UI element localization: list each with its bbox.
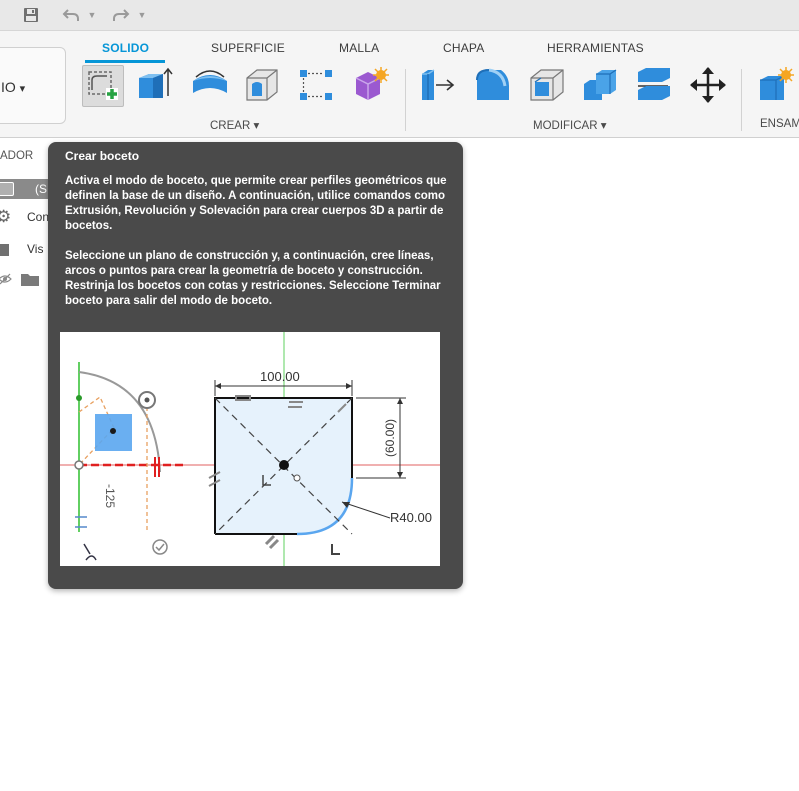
tooltip-illustration: -125 100.00 (60.00) R40.00 bbox=[60, 332, 440, 566]
group-separator bbox=[405, 69, 406, 131]
new-component-button[interactable] bbox=[756, 65, 796, 105]
fillet-icon bbox=[476, 68, 509, 100]
form-icon bbox=[355, 67, 389, 100]
sketch-illustration: -125 100.00 (60.00) R40.00 bbox=[60, 332, 440, 566]
tooltip-instructions: Seleccione un plano de construcción y, a… bbox=[65, 250, 441, 307]
move-icon bbox=[690, 67, 726, 103]
browser-panel: ADOR (S ⚙ Con Vis bbox=[0, 138, 50, 298]
workspace-switcher[interactable]: IO ▾ bbox=[0, 47, 66, 124]
tab-herramientas[interactable]: HERRAMIENTAS bbox=[547, 41, 644, 55]
shell-modify-icon bbox=[530, 69, 564, 101]
tab-malla[interactable]: MALLA bbox=[339, 41, 379, 55]
tooltip-title: Crear boceto bbox=[65, 149, 140, 163]
radius-dimension-label: R40.00 bbox=[390, 510, 432, 525]
redo-dropdown-chevron-down-icon[interactable]: ▼ bbox=[136, 4, 148, 26]
revolve-button[interactable] bbox=[190, 65, 230, 105]
folder-icon bbox=[21, 274, 39, 286]
tab-solido[interactable]: SOLIDO bbox=[102, 41, 149, 55]
crear-group-dropdown[interactable]: CREAR ▾ bbox=[210, 118, 259, 132]
group-separator bbox=[741, 69, 742, 131]
fillet-button[interactable] bbox=[473, 65, 513, 105]
undo-icon[interactable] bbox=[58, 4, 84, 26]
combine-icon bbox=[584, 69, 617, 100]
height-dimension-label: (60.00) bbox=[383, 419, 397, 457]
create-sketch-button[interactable] bbox=[82, 65, 124, 107]
gear-icon: ⚙ bbox=[0, 207, 12, 226]
tab-superficie[interactable]: SUPERFICIE bbox=[211, 41, 285, 55]
document-icon bbox=[0, 182, 14, 196]
browser-row-selected[interactable]: (S bbox=[0, 179, 48, 199]
shell-icon bbox=[246, 69, 278, 101]
left-dimension-label: -125 bbox=[103, 484, 117, 508]
combine-button[interactable] bbox=[580, 65, 620, 105]
tooltip-create-sketch: Crear boceto Activa el modo de boceto, q… bbox=[48, 142, 463, 589]
width-dimension-label: 100.00 bbox=[260, 369, 300, 384]
save-icon[interactable] bbox=[18, 4, 44, 26]
folder-icon bbox=[0, 244, 9, 256]
shell-modify-button[interactable] bbox=[527, 65, 567, 105]
create-form-button[interactable] bbox=[350, 65, 390, 105]
modificar-group-dropdown[interactable]: MODIFICAR ▾ bbox=[533, 118, 607, 132]
workspace-label: IO ▾ bbox=[1, 79, 26, 95]
pattern-icon bbox=[300, 70, 332, 100]
press-pull-button[interactable] bbox=[418, 65, 458, 105]
eye-icon[interactable] bbox=[0, 272, 12, 286]
extrude-icon bbox=[139, 67, 173, 98]
browser-header: ADOR bbox=[0, 150, 34, 162]
undo-dropdown-chevron-down-icon[interactable]: ▼ bbox=[86, 4, 98, 26]
tooltip-description: Activa el modo de boceto, que permite cr… bbox=[65, 175, 447, 232]
ensamblar-group-dropdown[interactable]: ENSAM bbox=[760, 118, 799, 130]
rectangular-pattern-button[interactable] bbox=[296, 65, 336, 105]
new-component-icon bbox=[760, 67, 794, 100]
browser-row-label: Vis bbox=[27, 242, 44, 256]
tab-chapa[interactable]: CHAPA bbox=[443, 41, 484, 55]
create-sketch-icon bbox=[88, 71, 118, 100]
browser-row-label: Con bbox=[27, 210, 50, 224]
split-icon bbox=[638, 68, 670, 100]
redo-icon[interactable] bbox=[108, 4, 134, 26]
ribbon-toolbar: IO ▾ SOLIDO SUPERFICIE MALLA CHAPA HERRA… bbox=[0, 31, 799, 138]
extrude-button[interactable] bbox=[134, 65, 174, 105]
move-copy-button[interactable] bbox=[688, 65, 728, 105]
active-tab-indicator bbox=[85, 60, 165, 63]
revolve-icon bbox=[193, 70, 227, 93]
split-face-button[interactable] bbox=[634, 65, 674, 105]
press-pull-icon bbox=[422, 69, 455, 100]
shell-button[interactable] bbox=[242, 65, 282, 105]
browser-row-label: (S bbox=[35, 182, 47, 196]
quick-access-toolbar: ▼ ▼ bbox=[0, 0, 799, 31]
